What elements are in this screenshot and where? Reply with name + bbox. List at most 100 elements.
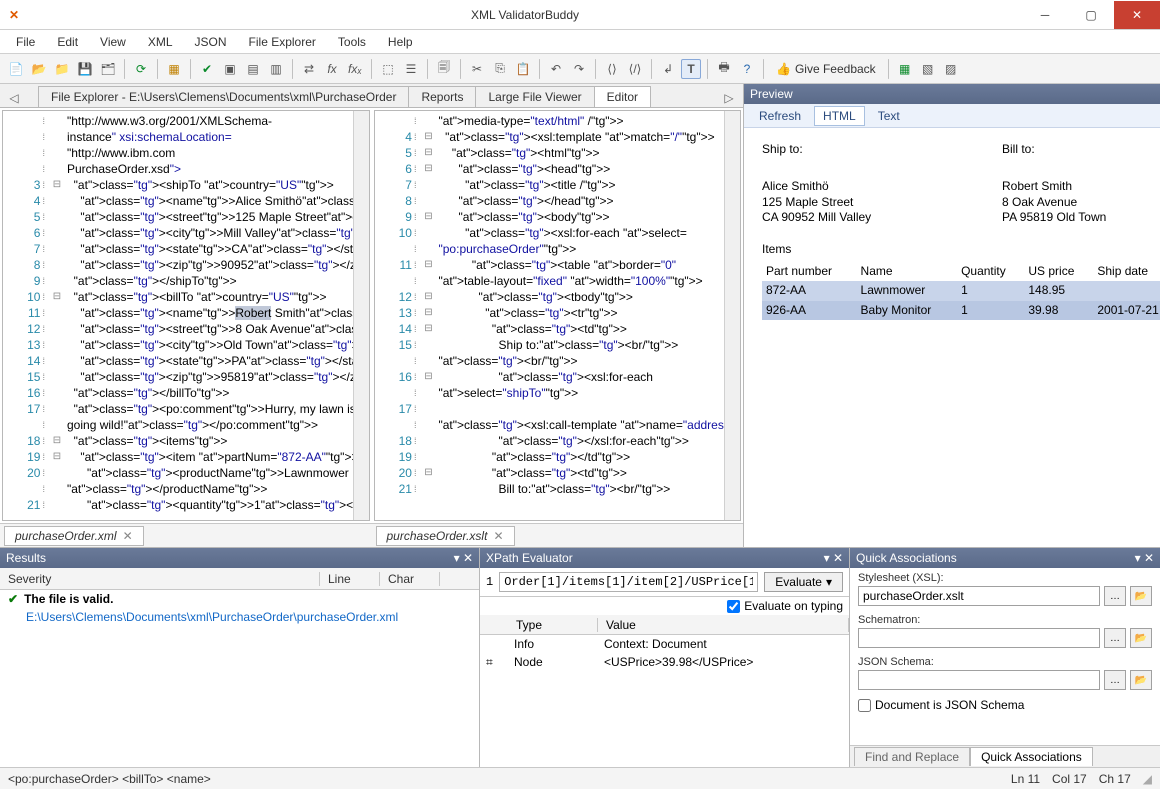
status-line: Ln 11 [1011, 772, 1040, 786]
pin-icon[interactable]: ▾ [454, 551, 460, 565]
wellformed-icon[interactable]: ▣ [220, 59, 240, 79]
file-tab-left[interactable]: purchaseOrder.xml ✕ [4, 526, 144, 546]
wrap-icon[interactable]: ↲ [658, 59, 678, 79]
scrollbar[interactable] [353, 111, 369, 520]
tab-quick-assoc[interactable]: Quick Associations [970, 747, 1093, 766]
results-panel-header: Results ▾ ✕ [0, 548, 479, 568]
separator-icon [763, 59, 764, 79]
tabstrip-prev-icon[interactable]: ◁ [6, 89, 22, 107]
node-icon: ⌗ [486, 655, 514, 670]
xpath-result-row: ⌗ Node <USPrice>39.98</USPrice> [480, 653, 849, 672]
tab-find-replace[interactable]: Find and Replace [854, 747, 970, 766]
transform-icon[interactable]: ⇄ [299, 59, 319, 79]
panel1-icon[interactable]: ▦ [895, 59, 915, 79]
tab-reports[interactable]: Reports [408, 86, 476, 107]
browse-button[interactable]: … [1104, 670, 1126, 690]
browse-button[interactable]: … [1104, 586, 1126, 606]
save-all-icon[interactable]: 🗂 [98, 59, 118, 79]
schematron-input[interactable] [858, 628, 1100, 648]
paste-icon[interactable]: 📋 [513, 59, 533, 79]
copy-doc-icon[interactable]: 🗐 [434, 59, 454, 79]
result-message: ✔ The file is valid. [0, 590, 479, 608]
copy-icon[interactable]: ⎘ [490, 59, 510, 79]
validate-icon[interactable]: ✔ [197, 59, 217, 79]
separator-icon [371, 59, 372, 79]
uncomment-icon[interactable]: ⟨/⟩ [625, 59, 645, 79]
refresh-icon[interactable]: ⟳ [131, 59, 151, 79]
menu-edit[interactable]: Edit [47, 32, 88, 52]
scrollbar[interactable] [724, 111, 740, 520]
text-mode-icon[interactable]: T [681, 59, 701, 79]
batch-validate-icon[interactable]: ▥ [266, 59, 286, 79]
menu-help[interactable]: Help [378, 32, 423, 52]
close-tab-icon[interactable]: ✕ [493, 529, 503, 543]
new-file-icon[interactable]: 📄 [6, 59, 26, 79]
xsl-label: Stylesheet (XSL): [858, 572, 1152, 584]
comment-icon[interactable]: ⟨⟩ [602, 59, 622, 79]
open-folder-icon[interactable]: 📂 [1130, 628, 1152, 648]
thumbs-up-icon: 👍 [776, 62, 791, 76]
tab-editor[interactable]: Editor [594, 86, 651, 107]
open-file-icon[interactable]: 📂 [29, 59, 49, 79]
open-folder-icon[interactable]: 📂 [1130, 586, 1152, 606]
menu-view[interactable]: View [90, 32, 136, 52]
menu-json[interactable]: JSON [185, 32, 237, 52]
preview-items-table: Part number Name Quantity US price Ship … [762, 262, 1160, 321]
open-recent-icon[interactable]: 📁 [52, 59, 72, 79]
doc-is-json-schema-checkbox[interactable] [858, 699, 871, 712]
menu-file[interactable]: File [6, 32, 45, 52]
preview-html-tab[interactable]: HTML [814, 106, 865, 126]
status-path: <po:purchaseOrder> <billTo> <name> [8, 772, 211, 786]
menu-xml[interactable]: XML [138, 32, 183, 52]
format-icon[interactable]: ⬚ [378, 59, 398, 79]
separator-icon [292, 59, 293, 79]
json-schema-input[interactable] [858, 670, 1100, 690]
close-tab-icon[interactable]: ✕ [123, 529, 133, 543]
panel2-icon[interactable]: ▧ [918, 59, 938, 79]
separator-icon [124, 59, 125, 79]
table-row: 872-AALawnmower1148.95 [762, 281, 1160, 301]
open-folder-icon[interactable]: 📂 [1130, 670, 1152, 690]
xsl-input[interactable] [858, 586, 1100, 606]
editor-right[interactable]: ⁞"at">media-type="text/html" /"tg">>4 ⁞⊟… [374, 110, 742, 521]
browse-button[interactable]: … [1104, 628, 1126, 648]
xslt-icon[interactable]: fxₓ [345, 59, 365, 79]
redo-icon[interactable]: ↷ [569, 59, 589, 79]
result-file-link[interactable]: E:\Users\Clemens\Documents\xml\PurchaseO… [0, 608, 479, 626]
preview-text-tab[interactable]: Text [869, 106, 909, 126]
close-button[interactable]: ✕ [1114, 1, 1160, 29]
undo-icon[interactable]: ↶ [546, 59, 566, 79]
file-tab-right[interactable]: purchaseOrder.xslt ✕ [376, 526, 515, 546]
minimize-button[interactable]: ─ [1022, 1, 1068, 29]
resize-grip-icon[interactable]: ◢ [1143, 772, 1152, 786]
chevron-down-icon: ▾ [826, 575, 832, 589]
menu-tools[interactable]: Tools [328, 32, 376, 52]
tabstrip-next-icon[interactable]: ▷ [721, 89, 737, 107]
tab-large-viewer[interactable]: Large File Viewer [475, 86, 594, 107]
save-icon[interactable]: 💾 [75, 59, 95, 79]
panel-close-icon[interactable]: ✕ [463, 551, 473, 565]
panel-close-icon[interactable]: ✕ [833, 551, 843, 565]
maximize-button[interactable]: ▢ [1068, 1, 1114, 29]
xpath-input[interactable] [499, 572, 758, 592]
help-icon[interactable]: ? [737, 59, 757, 79]
pin-icon[interactable]: ▾ [824, 551, 830, 565]
evaluate-on-typing-checkbox[interactable] [727, 600, 740, 613]
xpath-icon[interactable]: fx [322, 59, 342, 79]
xsl-icon[interactable]: ▦ [164, 59, 184, 79]
outline-icon[interactable]: ☰ [401, 59, 421, 79]
validate-schema-icon[interactable]: ▤ [243, 59, 263, 79]
pin-icon[interactable]: ▾ [1135, 551, 1141, 565]
panel3-icon[interactable]: ▨ [941, 59, 961, 79]
cut-icon[interactable]: ✂ [467, 59, 487, 79]
feedback-button[interactable]: 👍Give Feedback [770, 59, 882, 79]
print-icon[interactable]: 🖶 [714, 59, 734, 79]
preview-refresh-button[interactable]: Refresh [750, 106, 810, 126]
editor-left[interactable]: ⁞"http://www.w3.org/2001/XMLSchema- ⁞ins… [2, 110, 370, 521]
menu-file-explorer[interactable]: File Explorer [239, 32, 326, 52]
separator-icon [427, 59, 428, 79]
evaluate-button[interactable]: Evaluate▾ [764, 572, 843, 592]
panel-close-icon[interactable]: ✕ [1144, 551, 1154, 565]
status-col: Col 17 [1052, 772, 1087, 786]
tab-file-explorer[interactable]: File Explorer - E:\Users\Clemens\Documen… [38, 86, 409, 107]
